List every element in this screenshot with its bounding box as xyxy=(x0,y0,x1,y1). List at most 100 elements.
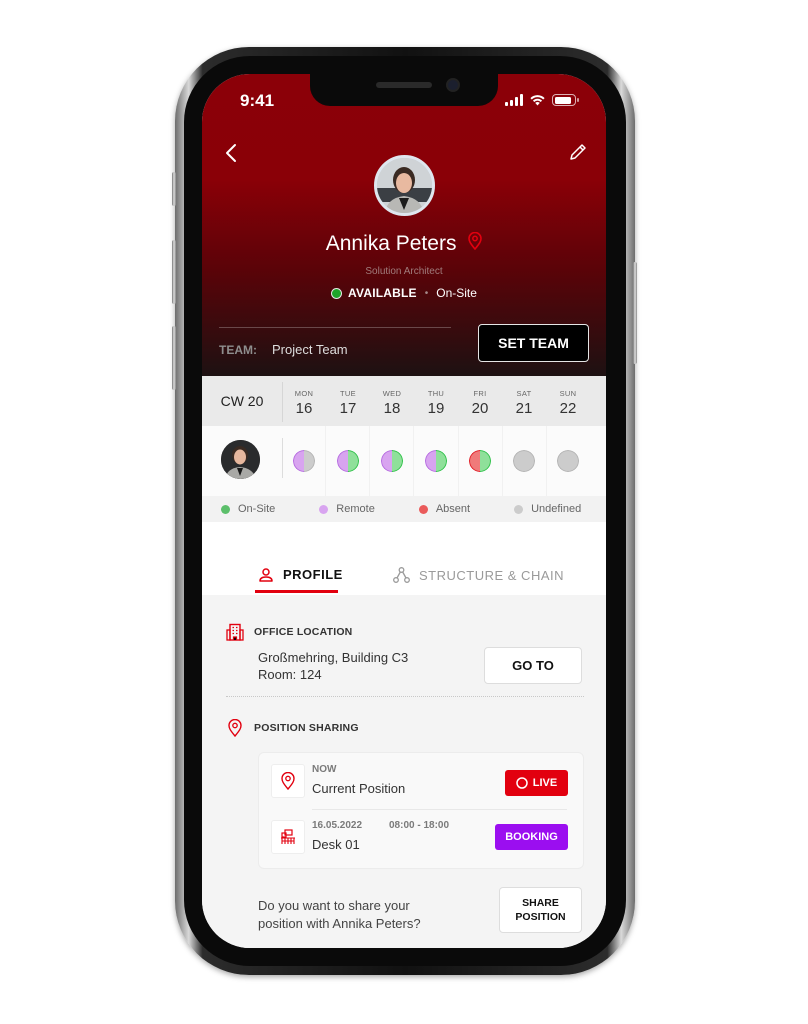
day-number: 22 xyxy=(559,400,577,417)
office-room: Room: 124 xyxy=(258,667,322,682)
day-header-tue[interactable]: TUE 17 xyxy=(326,376,370,426)
cellular-signal-icon xyxy=(505,94,523,106)
position-title: Current Position xyxy=(312,781,406,796)
position-item-current[interactable]: NOW Current Position LIVE xyxy=(271,764,573,809)
day-header-wed[interactable]: WED 18 xyxy=(370,376,414,426)
afternoon-status-onsite xyxy=(480,450,492,472)
live-badge-label: LIVE xyxy=(532,777,558,789)
morning-status-remote xyxy=(292,450,304,472)
battery-level xyxy=(554,96,571,104)
day-status-cell xyxy=(370,426,415,496)
afternoon-status-undefined xyxy=(524,450,536,472)
day-name: TUE xyxy=(340,389,356,398)
morning-status-remote xyxy=(380,450,392,472)
day-header-thu[interactable]: THU 19 xyxy=(414,376,458,426)
day-number: 17 xyxy=(339,400,357,417)
morning-status-remote xyxy=(336,450,348,472)
availability-label: AVAILABLE xyxy=(348,286,417,300)
day-status-cell xyxy=(503,426,547,496)
day-name: MON xyxy=(294,389,314,398)
day-number: 18 xyxy=(383,400,401,417)
share-prompt-line2: position with Annika Peters? xyxy=(258,916,421,931)
day-status-circle-sun[interactable] xyxy=(557,450,580,472)
battery-icon xyxy=(552,94,579,106)
day-header-mon[interactable]: MON 16 xyxy=(282,376,326,426)
wifi-icon xyxy=(530,95,545,106)
tab-structure-and-chain[interactable]: STRUCTURE & CHAIN xyxy=(393,567,564,583)
tab-profile-label: PROFILE xyxy=(283,567,343,582)
day-header-sun[interactable]: SUN 22 xyxy=(546,376,590,426)
availability-status: AVAILABLE • On-Site xyxy=(202,286,606,300)
chevron-left-icon xyxy=(226,144,236,162)
edit-button[interactable] xyxy=(568,142,588,162)
profile-content: OFFICE LOCATION Großmehring, Building C3… xyxy=(202,595,606,948)
share-prompt-line1: Do you want to share your xyxy=(258,898,410,913)
day-status-cell xyxy=(459,426,503,496)
share-position-prompt: Do you want to share your position with … xyxy=(258,897,421,933)
day-status-circle-mon[interactable] xyxy=(292,450,315,472)
day-status-circle-tue[interactable] xyxy=(336,450,359,472)
status-legend: On-Site Remote Absent Undefined xyxy=(202,496,606,522)
day-status-cell xyxy=(326,426,371,496)
morning-status-undefined xyxy=(557,450,569,472)
day-number: 20 xyxy=(471,400,489,417)
position-list-card: NOW Current Position LIVE 16.05.2022 08:… xyxy=(258,752,584,869)
map-pin-icon xyxy=(281,772,295,790)
building-icon xyxy=(226,623,244,641)
map-pin-icon[interactable] xyxy=(468,232,483,256)
day-status-circle-fri[interactable] xyxy=(469,450,492,472)
day-name: THU xyxy=(427,389,445,398)
volume-up-button xyxy=(172,240,176,304)
legend-dot-undefined xyxy=(514,504,524,514)
set-team-button[interactable]: SET TEAM xyxy=(478,324,589,362)
tab-profile[interactable]: PROFILE xyxy=(258,567,343,582)
legend-dot-absent xyxy=(418,504,428,514)
screen: 9:41 Annika Peters Solution Architect AV… xyxy=(202,74,606,948)
silent-switch xyxy=(172,172,176,206)
legend-item-undefined: Undefined xyxy=(514,503,581,515)
legend-label: Remote xyxy=(336,503,375,515)
day-name: SAT xyxy=(516,389,532,398)
day-number: 19 xyxy=(427,400,445,417)
profile-name: Annika Peters xyxy=(325,232,457,255)
go-to-button[interactable]: GO TO xyxy=(484,647,582,684)
legend-item-absent: Absent xyxy=(418,503,470,515)
team-value: Project Team xyxy=(272,342,348,357)
speaker xyxy=(376,82,432,88)
avatar-photo-small xyxy=(221,440,260,479)
status-icons xyxy=(505,94,579,106)
desk-icon-box xyxy=(271,820,305,854)
position-icon-box xyxy=(271,764,305,798)
day-status-circle-thu[interactable] xyxy=(424,450,447,472)
morning-status-remote xyxy=(424,450,436,472)
live-badge[interactable]: LIVE xyxy=(505,770,568,796)
day-header-fri[interactable]: FRI 20 xyxy=(458,376,502,426)
booking-time: 08:00 - 18:00 xyxy=(389,820,450,831)
booking-badge[interactable]: BOOKING xyxy=(495,824,568,850)
day-status-circle-wed[interactable] xyxy=(380,450,403,472)
day-name: SUN xyxy=(559,389,577,398)
office-address: Großmehring, Building C3 Room: 124 xyxy=(258,649,408,683)
day-status-cell xyxy=(547,426,590,496)
day-status-circle-sat[interactable] xyxy=(513,450,536,472)
afternoon-status-undefined xyxy=(568,450,580,472)
day-header-sat[interactable]: SAT 21 xyxy=(502,376,546,426)
back-button[interactable] xyxy=(222,142,242,164)
legend-dot-onsite xyxy=(221,504,230,514)
pencil-icon xyxy=(570,144,586,160)
team-label: TEAM: xyxy=(219,343,257,357)
avatar-photo xyxy=(377,158,432,213)
day-status-cell xyxy=(414,426,459,496)
legend-item-onsite: On-Site xyxy=(221,503,275,515)
day-status-circles xyxy=(282,426,590,496)
booking-date: 16.05.2022 xyxy=(312,820,363,831)
power-button xyxy=(633,262,637,364)
share-position-button[interactable]: SHARE POSITION xyxy=(499,887,582,933)
day-status-cell xyxy=(282,426,327,496)
calendar-week-label[interactable]: CW 20 xyxy=(202,376,282,426)
org-chart-icon xyxy=(393,567,410,583)
position-item-booking[interactable]: 16.05.2022 08:00 - 18:00 Desk 01 BOOKING xyxy=(271,820,573,865)
office-location-title: OFFICE LOCATION xyxy=(254,626,353,638)
record-icon xyxy=(516,777,528,789)
legend-item-remote: Remote xyxy=(319,503,375,515)
